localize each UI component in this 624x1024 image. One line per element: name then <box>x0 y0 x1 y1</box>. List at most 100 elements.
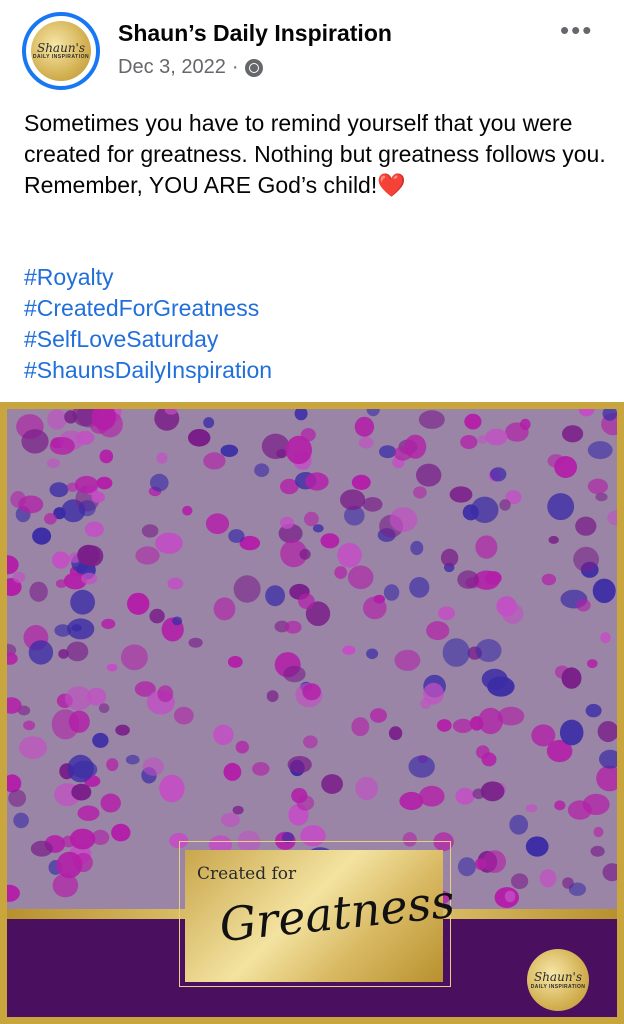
paint-dot <box>142 757 165 776</box>
badge-script: Shaun's <box>533 970 583 984</box>
paint-dot <box>573 546 599 572</box>
paint-dot <box>442 638 470 667</box>
paint-dot <box>135 546 160 565</box>
paint-dot <box>294 409 308 421</box>
paint-dot <box>52 551 70 569</box>
paint-dot <box>46 458 61 468</box>
paint-dot <box>120 644 148 671</box>
paint-dot <box>320 533 340 549</box>
paint-dot <box>590 845 605 857</box>
paint-dot <box>480 781 505 802</box>
paint-dot <box>408 755 435 778</box>
paint-dot <box>235 740 249 754</box>
paint-dot <box>29 581 48 602</box>
paint-dot <box>67 754 94 783</box>
paint-dot <box>321 774 343 794</box>
paint-dot <box>172 616 183 626</box>
paint-dot <box>355 776 378 801</box>
paint-dot <box>173 706 194 725</box>
paint-dot <box>21 429 49 454</box>
paint-dot <box>410 540 424 556</box>
paint-dot <box>74 475 99 494</box>
paint-dot <box>227 656 243 668</box>
card-top-text: Created for <box>197 864 297 884</box>
avatar-logo-subtitle: DAILY INSPIRATION <box>32 54 90 60</box>
hashtag-list: #Royalty #CreatedForGreatness #SelfLoveS… <box>24 262 272 386</box>
paint-dot <box>599 749 617 769</box>
paint-dot <box>366 648 379 660</box>
card-script-text: Greatness <box>216 873 458 953</box>
heart-emoji: ❤️ <box>377 172 406 198</box>
paint-dot <box>388 726 403 741</box>
paint-dot <box>593 826 604 838</box>
paint-dot <box>266 690 279 702</box>
paint-dot <box>284 620 302 634</box>
paint-dot <box>106 663 118 672</box>
paint-dot <box>12 571 26 583</box>
paint-dot <box>578 409 595 417</box>
paint-dot <box>99 449 114 464</box>
badge-subtitle: DAILY INSPIRATION <box>530 984 586 990</box>
paint-dot <box>457 570 479 589</box>
paint-dot <box>223 762 242 781</box>
paint-dot <box>233 575 261 603</box>
paint-dot <box>213 724 234 745</box>
paint-dot <box>475 639 502 662</box>
paint-dot <box>287 756 312 774</box>
paint-dot <box>539 869 557 888</box>
paint-dot <box>304 511 319 527</box>
paint-dot <box>312 524 324 533</box>
avatar-logo: Shaun's DAILY INSPIRATION <box>31 21 91 81</box>
paint-dot <box>28 640 54 665</box>
paint-dot <box>125 754 140 765</box>
paint-dot <box>483 850 506 873</box>
paint-dot <box>554 456 577 478</box>
paint-dot <box>554 800 566 811</box>
post-meta: Dec 3, 2022 · <box>118 56 263 79</box>
paint-dot <box>70 589 95 615</box>
paint-dot <box>283 665 306 683</box>
paint-dot <box>203 452 226 470</box>
paint-dot <box>585 703 602 718</box>
paint-dot <box>351 717 370 737</box>
paint-dot <box>23 720 36 731</box>
hashtag-royalty[interactable]: #Royalty <box>24 262 272 293</box>
page-name-link[interactable]: Shaun’s Daily Inspiration <box>118 20 392 47</box>
paint-dot <box>47 409 67 430</box>
post-image[interactable]: Created for Greatness Shaun's DAILY INSP… <box>0 402 624 1024</box>
paint-dot <box>475 535 498 559</box>
page-avatar[interactable]: Shaun's DAILY INSPIRATION <box>22 12 100 90</box>
paint-dot <box>509 814 529 835</box>
paint-dot <box>159 774 185 803</box>
paint-dot <box>64 686 93 711</box>
paint-dot <box>81 572 98 585</box>
paint-dot <box>351 474 371 490</box>
paint-dot <box>49 482 69 498</box>
hashtag-createdforgreatness[interactable]: #CreatedForGreatness <box>24 293 272 324</box>
paint-dot <box>478 707 503 735</box>
paint-dot <box>71 624 82 632</box>
paint-dot <box>347 565 374 590</box>
paint-dot <box>127 592 150 615</box>
paint-dot <box>252 762 270 776</box>
paint-dot <box>457 857 476 877</box>
paint-dot <box>436 719 452 732</box>
paint-dot <box>370 708 387 723</box>
paint-dot <box>476 745 490 759</box>
hashtag-selflovesaturday[interactable]: #SelfLoveSaturday <box>24 324 272 355</box>
paint-dot <box>69 828 96 850</box>
paint-dot <box>188 637 203 648</box>
paint-dot <box>7 555 19 575</box>
paint-dot <box>182 505 193 516</box>
post-date[interactable]: Dec 3, 2022 <box>118 56 226 79</box>
paint-dot <box>7 652 18 665</box>
paint-dot <box>404 434 427 459</box>
globe-icon[interactable] <box>244 58 263 77</box>
more-options-icon[interactable]: ••• <box>560 17 593 43</box>
paint-dot <box>464 413 482 430</box>
paint-dot <box>285 435 312 465</box>
paint-dot <box>562 425 584 443</box>
paint-dot <box>559 719 584 746</box>
hashtag-shaunsdailyinspiration[interactable]: #ShaunsDailyInspiration <box>24 355 272 386</box>
paint-dot <box>592 578 616 603</box>
